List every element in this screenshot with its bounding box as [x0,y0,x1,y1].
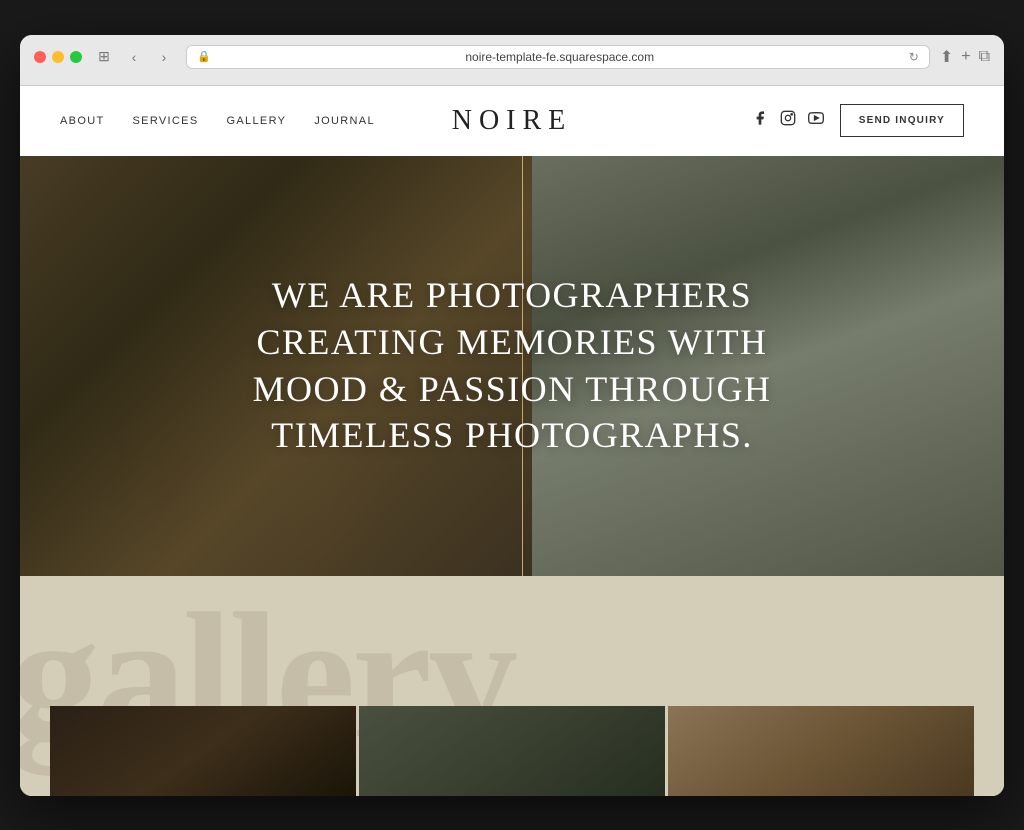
lock-icon: 🔒 [197,50,211,63]
browser-controls: ⊞ ‹ › [92,47,176,67]
nav-gallery[interactable]: GALLERY [227,115,287,127]
send-inquiry-button[interactable]: SEND INQUIRY [840,104,964,137]
nav-right: SEND INQUIRY [752,104,964,137]
hero-headline: WE ARE PHOTOGRAPHERS CREATING MEMORIES W… [253,272,772,459]
nav-center: NOIRE [452,105,573,137]
url-text: noire-template-fe.squarespace.com [217,50,903,64]
site-content: ABOUT SERVICES GALLERY JOURNAL NOIRE [20,86,1004,796]
close-button[interactable] [34,51,46,63]
tabs-icon[interactable]: ⧉ [979,48,990,66]
navbar: ABOUT SERVICES GALLERY JOURNAL NOIRE [20,86,1004,156]
gallery-thumb-3[interactable] [668,706,974,796]
minimize-button[interactable] [52,51,64,63]
traffic-lights [34,51,82,63]
instagram-icon[interactable] [780,110,796,131]
facebook-icon[interactable] [752,110,768,131]
gallery-section: gallery [20,576,1004,796]
gallery-thumbnails [20,706,1004,796]
sidebar-toggle[interactable]: ⊞ [92,47,116,67]
share-icon[interactable]: ⬆ [940,47,953,67]
forward-button[interactable]: › [152,47,176,67]
back-button[interactable]: ‹ [122,47,146,67]
browser-actions: ⬆ + ⧉ [940,47,990,67]
refresh-button[interactable]: ↻ [909,50,919,64]
gallery-thumb-2[interactable] [359,706,665,796]
nav-about[interactable]: ABOUT [60,115,105,127]
new-tab-icon[interactable]: + [961,48,970,66]
nav-services[interactable]: SERVICES [133,115,199,127]
youtube-icon[interactable] [808,110,824,131]
address-bar[interactable]: 🔒 noire-template-fe.squarespace.com ↻ [186,45,930,69]
gallery-thumb-1[interactable] [50,706,356,796]
browser-chrome: ⊞ ‹ › 🔒 noire-template-fe.squarespace.co… [20,35,1004,86]
hero-section: WE ARE PHOTOGRAPHERS CREATING MEMORIES W… [20,156,1004,576]
hero-overlay: WE ARE PHOTOGRAPHERS CREATING MEMORIES W… [20,156,1004,576]
browser-window: ⊞ ‹ › 🔒 noire-template-fe.squarespace.co… [20,35,1004,796]
social-links [752,110,824,131]
hero-text: WE ARE PHOTOGRAPHERS CREATING MEMORIES W… [253,272,772,459]
maximize-button[interactable] [70,51,82,63]
site-logo[interactable]: NOIRE [452,105,573,136]
nav-left: ABOUT SERVICES GALLERY JOURNAL [60,115,375,127]
nav-journal[interactable]: JOURNAL [314,115,375,127]
